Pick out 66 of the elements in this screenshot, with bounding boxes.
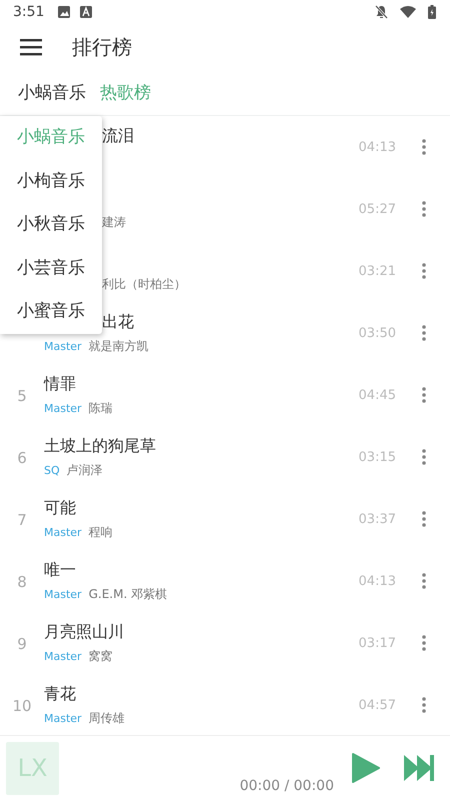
tab[interactable]: 小蜗音乐 [12, 77, 92, 108]
more-icon[interactable] [422, 201, 426, 217]
quality-tag: Master [44, 340, 82, 352]
duration: 03:37 [358, 512, 396, 526]
song-title: 青花 [44, 684, 76, 702]
artist-name: 就是南方凯 [88, 338, 149, 354]
artist-name: 卢润泽 [66, 462, 103, 478]
song-title: 唯一 [44, 560, 76, 578]
artist-name: G.E.M. 邓紫棋 [88, 586, 168, 602]
duration: 05:27 [358, 202, 396, 216]
menu-icon[interactable] [20, 38, 42, 56]
menu-item[interactable]: 小秋音乐 [0, 203, 102, 247]
rank-number: 8 [17, 572, 27, 590]
quality-tag: Master [44, 526, 82, 538]
duration: 03:17 [358, 636, 396, 650]
song-title: 出花 [102, 312, 134, 330]
font-icon [80, 6, 92, 18]
rank-number: 5 [17, 386, 27, 404]
artist-name: 建涛 [102, 214, 126, 230]
more-icon[interactable] [422, 573, 426, 589]
duration: 03:15 [358, 450, 396, 464]
menu-item[interactable]: 小蜜音乐 [0, 290, 102, 334]
more-icon[interactable] [422, 139, 426, 155]
duration: 04:57 [358, 698, 396, 712]
playback-time: 00:00 / 00:00 [240, 778, 334, 794]
quality-tag: Master [44, 712, 82, 724]
artist-name: 陈瑞 [88, 400, 113, 416]
rank-number: 7 [17, 510, 27, 528]
song-title: 可能 [44, 498, 76, 516]
more-icon[interactable] [422, 635, 426, 651]
menu-item[interactable]: 小芸音乐 [0, 246, 102, 290]
more-icon[interactable] [422, 263, 426, 279]
more-icon[interactable] [422, 697, 426, 713]
quality-tag: Master [44, 402, 82, 414]
bell-off-icon [375, 5, 388, 19]
duration: 04:13 [358, 140, 396, 154]
menu-item[interactable]: 小枸音乐 [0, 160, 102, 204]
page-title: 排行榜 [72, 34, 132, 60]
song-title: 流泪 [102, 126, 134, 145]
song-title: 土坡上的狗尾草 [44, 436, 156, 454]
rank-number: 6 [17, 448, 27, 466]
artist-name: 程响 [88, 524, 113, 540]
artist-name: 周传雄 [88, 710, 125, 726]
wifi-icon [400, 6, 416, 18]
skip-next-icon[interactable] [404, 755, 434, 781]
more-icon[interactable] [422, 449, 426, 465]
artist-name: 窝窝 [88, 648, 113, 664]
image-icon [58, 6, 70, 18]
duration: 03:50 [358, 326, 396, 340]
more-icon[interactable] [422, 511, 426, 527]
more-icon[interactable] [422, 387, 426, 403]
artist-name: 利比（时柏尘） [102, 276, 186, 292]
duration: 03:21 [358, 264, 396, 278]
battery-icon [428, 5, 436, 19]
song-title: 月亮照山川 [44, 622, 124, 640]
rank-number: 10 [12, 696, 32, 714]
status-time: 3:51 [13, 4, 44, 20]
song-title: 情罪 [44, 374, 76, 392]
duration: 04:13 [358, 574, 396, 588]
rank-number: 9 [17, 634, 27, 652]
play-icon[interactable] [352, 753, 380, 783]
quality-tag: Master [44, 588, 82, 600]
duration: 04:45 [358, 388, 396, 402]
quality-tag: Master [44, 650, 82, 662]
quality-tag: SQ [44, 464, 60, 476]
more-icon[interactable] [422, 325, 426, 341]
